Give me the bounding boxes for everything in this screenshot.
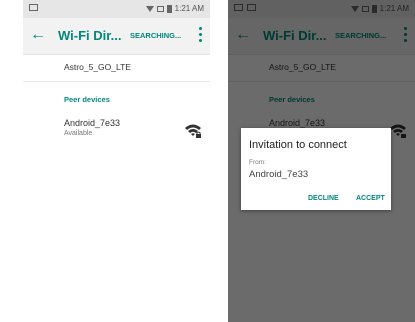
phone-screen-left: 1:21 AM ← Wi-Fi Dir... SEARCHING... Astr… — [23, 0, 210, 322]
peer-device-status: Available — [64, 130, 93, 137]
decline-button[interactable]: DECLINE — [308, 195, 339, 202]
dialog-title: Invitation to connect — [249, 139, 347, 151]
overflow-menu-icon[interactable] — [199, 27, 202, 42]
status-bar: 1:21 AM — [23, 0, 210, 18]
invitation-dialog: Invitation to connect From: Android_7e33… — [241, 128, 391, 210]
app-bar: ← Wi-Fi Dir... SEARCHING... — [23, 18, 210, 55]
sim-icon — [156, 5, 164, 12]
wifi-lock-icon — [184, 123, 202, 139]
wifi-status-icon — [145, 5, 154, 12]
connected-device-row[interactable]: Astro_5_GO_LTE — [23, 55, 210, 81]
searching-button[interactable]: SEARCHING... — [130, 31, 181, 40]
battery-icon — [166, 4, 172, 13]
accept-button[interactable]: ACCEPT — [356, 195, 385, 202]
dialog-device-name: Android_7e33 — [249, 169, 309, 180]
connected-device-name: Astro_5_GO_LTE — [64, 62, 131, 72]
peer-devices-header: Peer devices — [64, 95, 110, 104]
status-time: 1:21 AM — [174, 4, 204, 13]
divider — [23, 81, 210, 82]
dialog-from-label: From: — [249, 159, 266, 166]
page-title: Wi-Fi Dir... — [58, 28, 122, 43]
image-notification-icon — [29, 4, 38, 11]
peer-device-name[interactable]: Android_7e33 — [64, 118, 120, 128]
phone-screen-right: 1:21 AM ← Wi-Fi Dir... SEARCHING... Astr… — [228, 0, 415, 322]
back-arrow-icon[interactable]: ← — [30, 25, 46, 45]
